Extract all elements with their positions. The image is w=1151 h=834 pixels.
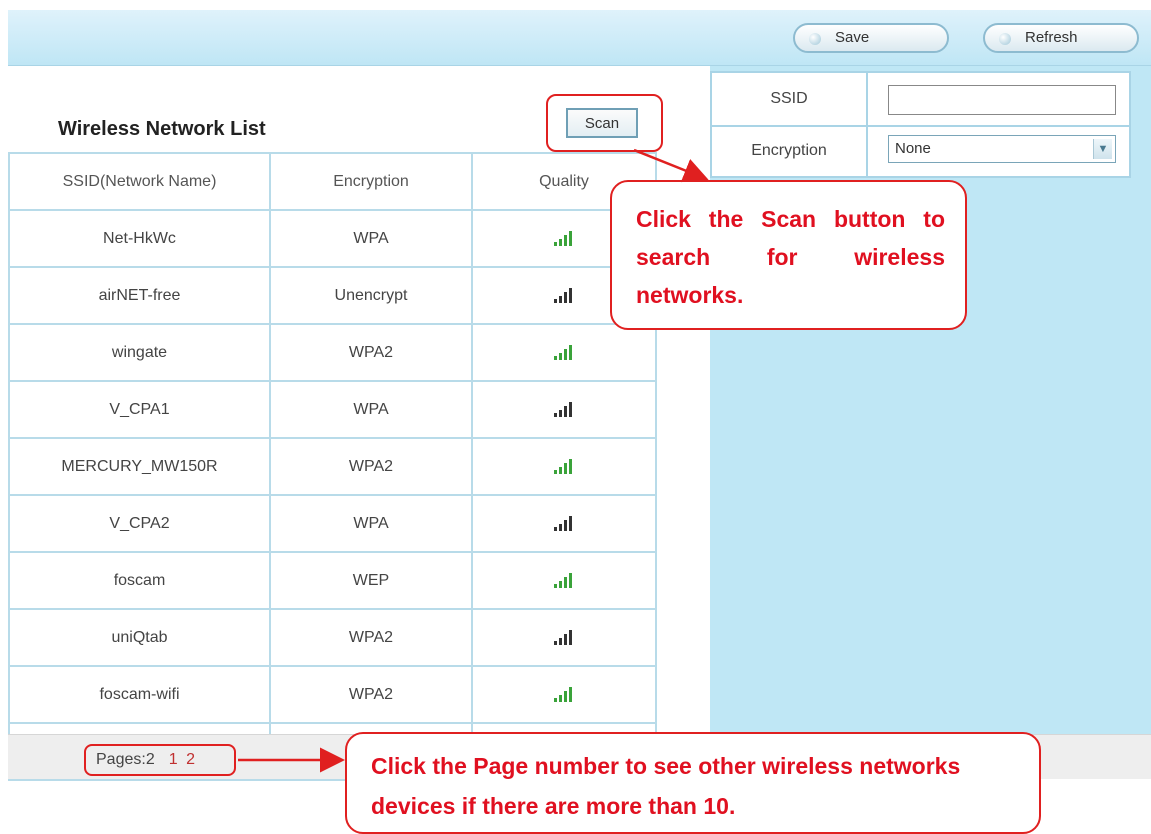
ssid-cell: uniQtab — [8, 608, 271, 667]
ssid-cell: V_CPA1 — [8, 380, 271, 439]
page-link-2[interactable]: 2 — [186, 751, 195, 768]
signal-bars-icon — [554, 573, 572, 589]
encryption-label: Encryption — [712, 125, 868, 177]
quality-cell — [471, 494, 657, 553]
signal-bars-icon — [554, 630, 572, 646]
scan-callout: Click the Scan button to search for wire… — [610, 180, 967, 330]
page-link-1[interactable]: 1 — [169, 751, 178, 768]
encryption-cell: WPA2 — [269, 665, 473, 724]
encryption-cell: WEP — [269, 551, 473, 610]
encryption-cell: WPA2 — [269, 323, 473, 382]
table-row[interactable]: foscam WEP — [8, 551, 657, 610]
ssid-cell: V_CPA2 — [8, 494, 271, 553]
refresh-button[interactable]: Refresh — [983, 23, 1139, 53]
table-row[interactable]: foscam-wifi WPA2 — [8, 665, 657, 724]
encryption-cell: WPA — [269, 380, 473, 439]
pager-label: Pages:2 — [96, 751, 155, 768]
encryption-cell: WPA — [269, 494, 473, 553]
signal-bars-icon — [554, 459, 572, 475]
quality-cell — [471, 323, 657, 382]
encryption-cell: WPA — [269, 209, 473, 268]
scan-button[interactable]: Scan — [566, 108, 638, 138]
ssid-cell: foscam — [8, 551, 271, 610]
toolbar: Save Refresh — [8, 10, 1151, 66]
ssid-cell: Net-HkWc — [8, 209, 271, 268]
encryption-cell: WPA2 — [269, 608, 473, 667]
signal-bars-icon — [554, 402, 572, 418]
quality-cell — [471, 380, 657, 439]
ssid-cell: airNET-free — [8, 266, 271, 325]
ssid-label: SSID — [712, 73, 868, 125]
encryption-cell: Unencrypt — [269, 266, 473, 325]
table-row[interactable]: V_CPA2 WPA — [8, 494, 657, 553]
network-form: SSID Encryption None ▼ — [710, 71, 1131, 178]
table-row[interactable]: MERCURY_MW150R WPA2 — [8, 437, 657, 496]
table-row[interactable]: uniQtab WPA2 — [8, 608, 657, 667]
signal-bars-icon — [554, 516, 572, 532]
quality-cell — [471, 608, 657, 667]
encryption-cell: WPA2 — [269, 437, 473, 496]
ssid-input[interactable] — [888, 85, 1116, 115]
circle-icon — [809, 33, 821, 45]
column-header-ssid: SSID(Network Name) — [8, 152, 271, 211]
table-row[interactable]: Net-HkWc WPA — [8, 209, 657, 268]
table-row[interactable]: airNET-free Unencrypt — [8, 266, 657, 325]
signal-bars-icon — [554, 687, 572, 703]
encryption-row: Encryption None ▼ — [712, 125, 1129, 177]
pages-callout: Click the Page number to see other wirel… — [345, 732, 1041, 834]
encryption-select-value: None — [895, 140, 931, 157]
encryption-select[interactable]: None ▼ — [888, 135, 1116, 163]
table-row[interactable]: V_CPA1 WPA — [8, 380, 657, 439]
signal-bars-icon — [554, 231, 572, 247]
quality-cell — [471, 665, 657, 724]
ssid-row: SSID — [712, 73, 1129, 127]
ssid-cell: foscam-wifi — [8, 665, 271, 724]
circle-icon — [999, 33, 1011, 45]
list-title: Wireless Network List — [58, 118, 266, 140]
ssid-cell: wingate — [8, 323, 271, 382]
chevron-down-icon[interactable]: ▼ — [1093, 139, 1112, 159]
save-button[interactable]: Save — [793, 23, 949, 53]
network-table: SSID(Network Name) Encryption Quality Ne… — [8, 152, 657, 781]
signal-bars-icon — [554, 288, 572, 304]
signal-bars-icon — [554, 345, 572, 361]
quality-cell — [471, 551, 657, 610]
column-header-encryption: Encryption — [269, 152, 473, 211]
pager: Pages:2 1 2 — [84, 744, 236, 776]
ssid-cell: MERCURY_MW150R — [8, 437, 271, 496]
table-row[interactable]: wingate WPA2 — [8, 323, 657, 382]
save-button-label: Save — [835, 29, 870, 46]
quality-cell — [471, 437, 657, 496]
refresh-button-label: Refresh — [1025, 29, 1078, 46]
